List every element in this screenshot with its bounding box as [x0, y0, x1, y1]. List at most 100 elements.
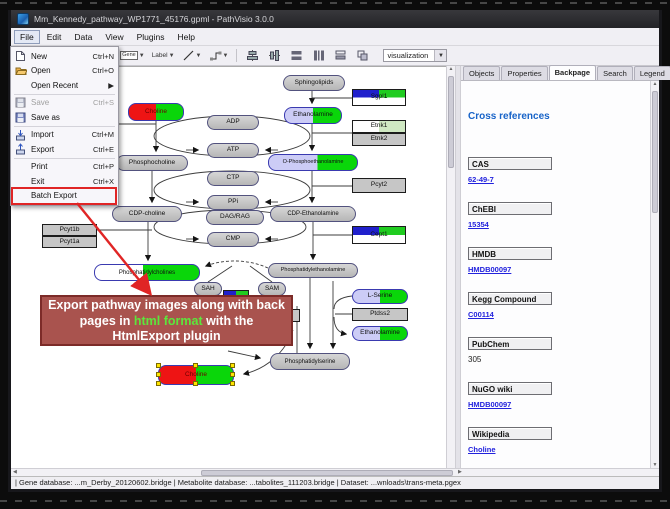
- pathway-node-o-phosphoethanolamine[interactable]: O-Phosphoethanolamine: [268, 154, 358, 171]
- pathway-node-pcyt1a[interactable]: Pcyt1a: [42, 236, 97, 248]
- align-center-button[interactable]: [243, 47, 262, 64]
- gene-dropdown-icon[interactable]: ▼: [139, 53, 145, 59]
- menubar-item-view[interactable]: View: [99, 30, 129, 44]
- label-icon: Label: [152, 52, 168, 59]
- pathway-node-phosphatidylcholines[interactable]: Phosphatidylcholines: [94, 264, 200, 281]
- tab-properties[interactable]: Properties: [501, 66, 547, 80]
- pathway-node-adp[interactable]: ADP: [207, 115, 259, 130]
- draw-connector-button[interactable]: ▼: [207, 47, 231, 64]
- sidebar-vscroll-thumb[interactable]: [652, 91, 658, 213]
- hscroll-thumb[interactable]: [201, 470, 453, 476]
- pathway-node-etnk1[interactable]: Etnk1: [352, 120, 406, 133]
- xref-link[interactable]: HMDB00097: [468, 400, 628, 409]
- callout-highlight-text: html format: [134, 314, 203, 328]
- pathway-node-pcyt1b[interactable]: Pcyt1b: [42, 224, 97, 236]
- pathway-node-cmp[interactable]: CMP: [207, 232, 259, 247]
- submenu-arrow-icon: ▶: [108, 81, 114, 90]
- menubar-item-data[interactable]: Data: [68, 30, 98, 44]
- pathway-node-dag-rag[interactable]: DAG/RAG: [206, 210, 264, 225]
- blank-icon: [14, 79, 27, 91]
- scroll-left-icon[interactable]: ◀: [13, 469, 17, 476]
- stack-button[interactable]: [331, 47, 350, 64]
- tab-objects[interactable]: Objects: [463, 66, 500, 80]
- pathway-node-ptdss2[interactable]: Ptdss2: [352, 308, 408, 321]
- xref-value: 305: [468, 355, 628, 364]
- menu-separator: [14, 158, 115, 159]
- visualization-dropdown-icon[interactable]: ▼: [434, 50, 446, 61]
- xref-link[interactable]: 62-49-7: [468, 175, 628, 184]
- label-dropdown-icon[interactable]: ▼: [169, 53, 175, 59]
- pathway-node-sgpl1[interactable]: Sgpl1: [352, 89, 406, 106]
- file-menu-item-new[interactable]: NewCtrl+N: [11, 49, 118, 64]
- sidebar-vertical-scrollbar[interactable]: ▲ ▼: [650, 81, 659, 468]
- backpage-content: Cross references Expression data ▲ ▼ CAS…: [461, 81, 659, 468]
- blank-icon: [14, 175, 27, 187]
- selection-handle[interactable]: [193, 381, 198, 386]
- selection-handle[interactable]: [156, 363, 161, 368]
- tab-legend[interactable]: Legend: [634, 66, 670, 80]
- line-dropdown-icon[interactable]: ▼: [196, 53, 202, 59]
- scroll-right-icon[interactable]: ▶: [458, 469, 462, 476]
- file-menu-item-import[interactable]: ImportCtrl+M: [11, 128, 118, 143]
- menubar-item-file[interactable]: File: [14, 30, 40, 44]
- file-menu-item-export[interactable]: ExportCtrl+E: [11, 142, 118, 157]
- selection-handle[interactable]: [230, 363, 235, 368]
- file-menu-item-save-as[interactable]: Save as: [11, 110, 118, 125]
- pathway-node-phosphatidylserine[interactable]: Phosphatidylserine: [270, 353, 350, 370]
- file-menu-item-print[interactable]: PrintCtrl+P: [11, 160, 118, 175]
- file-menu-item-open-recent[interactable]: Open Recent▶: [11, 78, 118, 93]
- pathway-node-ethanolamine[interactable]: Ethanolamine: [352, 326, 408, 341]
- pathway-node-ppi[interactable]: PPi: [207, 195, 259, 210]
- pathway-node-l-serine[interactable]: L-Serine: [352, 289, 408, 304]
- pathway-node-sam[interactable]: SAM: [258, 282, 286, 296]
- distribute-vertical-button[interactable]: [309, 47, 328, 64]
- pathway-node-sphingolipids[interactable]: Sphingolipids: [283, 75, 345, 91]
- tab-search[interactable]: Search: [597, 66, 633, 80]
- selection-handle[interactable]: [193, 363, 198, 368]
- pathway-node-pcyt2[interactable]: Pcyt2: [352, 178, 406, 193]
- file-menu-item-save[interactable]: SaveCtrl+S: [11, 96, 118, 111]
- selection-handle[interactable]: [230, 381, 235, 386]
- horizontal-scrollbar[interactable]: ◀ ▶: [11, 468, 659, 476]
- add-gene-button[interactable]: Gene ▼: [118, 47, 146, 64]
- xref-section-wikipedia: WikipediaCholine: [468, 427, 628, 454]
- canvas-vscroll-thumb[interactable]: [448, 76, 454, 168]
- selection-handle[interactable]: [156, 372, 161, 377]
- pathway-node-phosphatidylethanolamine[interactable]: Phosphatidylethanolamine: [268, 263, 358, 278]
- xref-link[interactable]: 15354: [468, 220, 628, 229]
- file-menu-item-open[interactable]: OpenCtrl+O: [11, 64, 118, 79]
- group-button[interactable]: [353, 47, 372, 64]
- annotation-callout: Export pathway images along with back pa…: [40, 295, 293, 346]
- pathway-node-phosphocholine[interactable]: Phosphocholine: [116, 155, 188, 171]
- menubar-item-help[interactable]: Help: [172, 30, 201, 44]
- distribute-horizontal-button[interactable]: [287, 47, 306, 64]
- callout-line3: HtmlExport plugin: [42, 329, 291, 345]
- pathway-node-atp[interactable]: ATP: [207, 143, 259, 158]
- pathway-node-etnk2[interactable]: Etnk2: [352, 133, 406, 146]
- pathway-node-cdp-choline[interactable]: CDP-choline: [112, 206, 182, 222]
- menubar-item-plugins[interactable]: Plugins: [131, 30, 171, 44]
- pathway-node-sah[interactable]: SAH: [194, 282, 222, 296]
- draw-line-button[interactable]: ▼: [180, 47, 204, 64]
- xref-link[interactable]: HMDB00097: [468, 265, 628, 274]
- title-bar[interactable]: Mm_Kennedy_pathway_WP1771_45176.gpml - P…: [11, 10, 659, 28]
- menubar-item-edit[interactable]: Edit: [41, 30, 68, 44]
- selection-handle[interactable]: [230, 372, 235, 377]
- pathway-node-cept1[interactable]: Cept1: [352, 226, 406, 244]
- xref-link[interactable]: Choline: [468, 445, 628, 454]
- selection-handle[interactable]: [156, 381, 161, 386]
- tab-backpage[interactable]: Backpage: [549, 65, 596, 80]
- canvas-vertical-scrollbar[interactable]: ▲: [446, 66, 455, 468]
- add-label-button[interactable]: Label ▼: [150, 47, 177, 64]
- pathway-node-cdp-ethanolamine[interactable]: CDP-Ethanolamine: [270, 206, 356, 222]
- pathway-node-choline[interactable]: Choline: [158, 365, 234, 385]
- xref-link[interactable]: C00114: [468, 310, 628, 319]
- pathway-node-ethanolamine[interactable]: Ethanolamine: [284, 107, 342, 124]
- xref-section-pubchem: PubChem305: [468, 337, 628, 364]
- align-middle-button[interactable]: [265, 47, 284, 64]
- visualization-combobox[interactable]: visualization ▼: [383, 49, 447, 62]
- menu-item-label: Import: [31, 130, 88, 139]
- pathway-node-choline[interactable]: Choline: [128, 103, 184, 121]
- connector-dropdown-icon[interactable]: ▼: [223, 53, 229, 59]
- pathway-node-ctp[interactable]: CTP: [207, 171, 259, 186]
